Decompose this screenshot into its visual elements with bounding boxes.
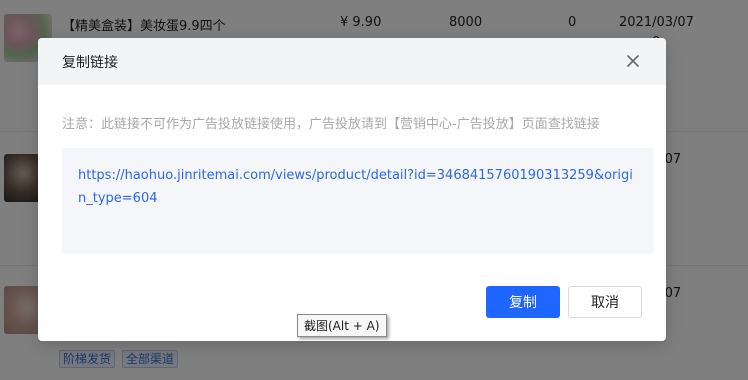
- screenshot-tooltip: 截图(Alt + A): [297, 314, 387, 337]
- product-list-page: 【精美盒装】美妆蛋9.9四个 ¥ 9.90 8000 0 2021/03/07 …: [0, 0, 748, 380]
- product-link-text[interactable]: https://haohuo.jinritemai.com/views/prod…: [62, 148, 654, 254]
- dialog-header: 复制链接: [38, 38, 666, 85]
- copy-link-dialog: 复制链接 注意：此链接不可作为广告投放链接使用，广告投放请到【营销中心-广告投放…: [38, 38, 666, 341]
- cancel-button[interactable]: 取消: [568, 286, 642, 318]
- copy-button[interactable]: 复制: [486, 286, 560, 318]
- dialog-notice: 注意：此链接不可作为广告投放链接使用，广告投放请到【营销中心-广告投放】页面查找…: [62, 117, 600, 132]
- dialog-title: 复制链接: [62, 54, 118, 71]
- close-icon[interactable]: [624, 52, 642, 70]
